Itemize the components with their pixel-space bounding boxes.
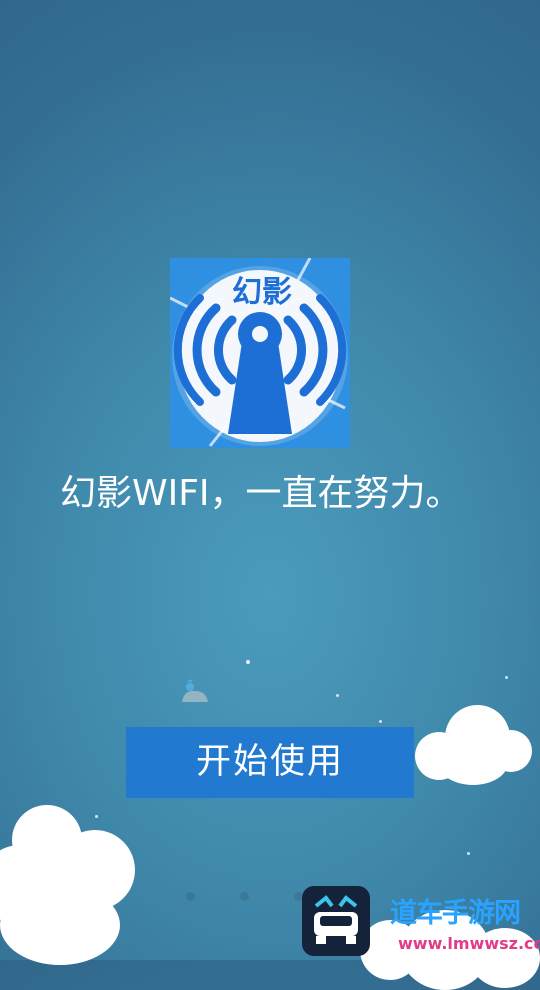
wifi-logo-icon: 幻影 (170, 258, 348, 447)
watermark-logo (302, 886, 370, 956)
cloud-icon (0, 805, 140, 965)
logo-text: 幻影 (232, 275, 292, 310)
watermark-title: 道车手游网 (390, 898, 521, 929)
star (246, 660, 250, 664)
tagline: 幻影WIFI，一直在努力。 (60, 473, 462, 514)
star (379, 720, 382, 723)
star (336, 694, 339, 697)
cloud-icon (410, 700, 535, 790)
watermark-url: www.lmwwsz.com (398, 934, 540, 953)
star (505, 676, 508, 679)
whale-icon (182, 679, 208, 702)
star (467, 852, 470, 855)
start-button[interactable]: 开始使用 (126, 727, 414, 798)
app-logo: 幻影 (170, 258, 350, 448)
car-icon (314, 895, 358, 944)
